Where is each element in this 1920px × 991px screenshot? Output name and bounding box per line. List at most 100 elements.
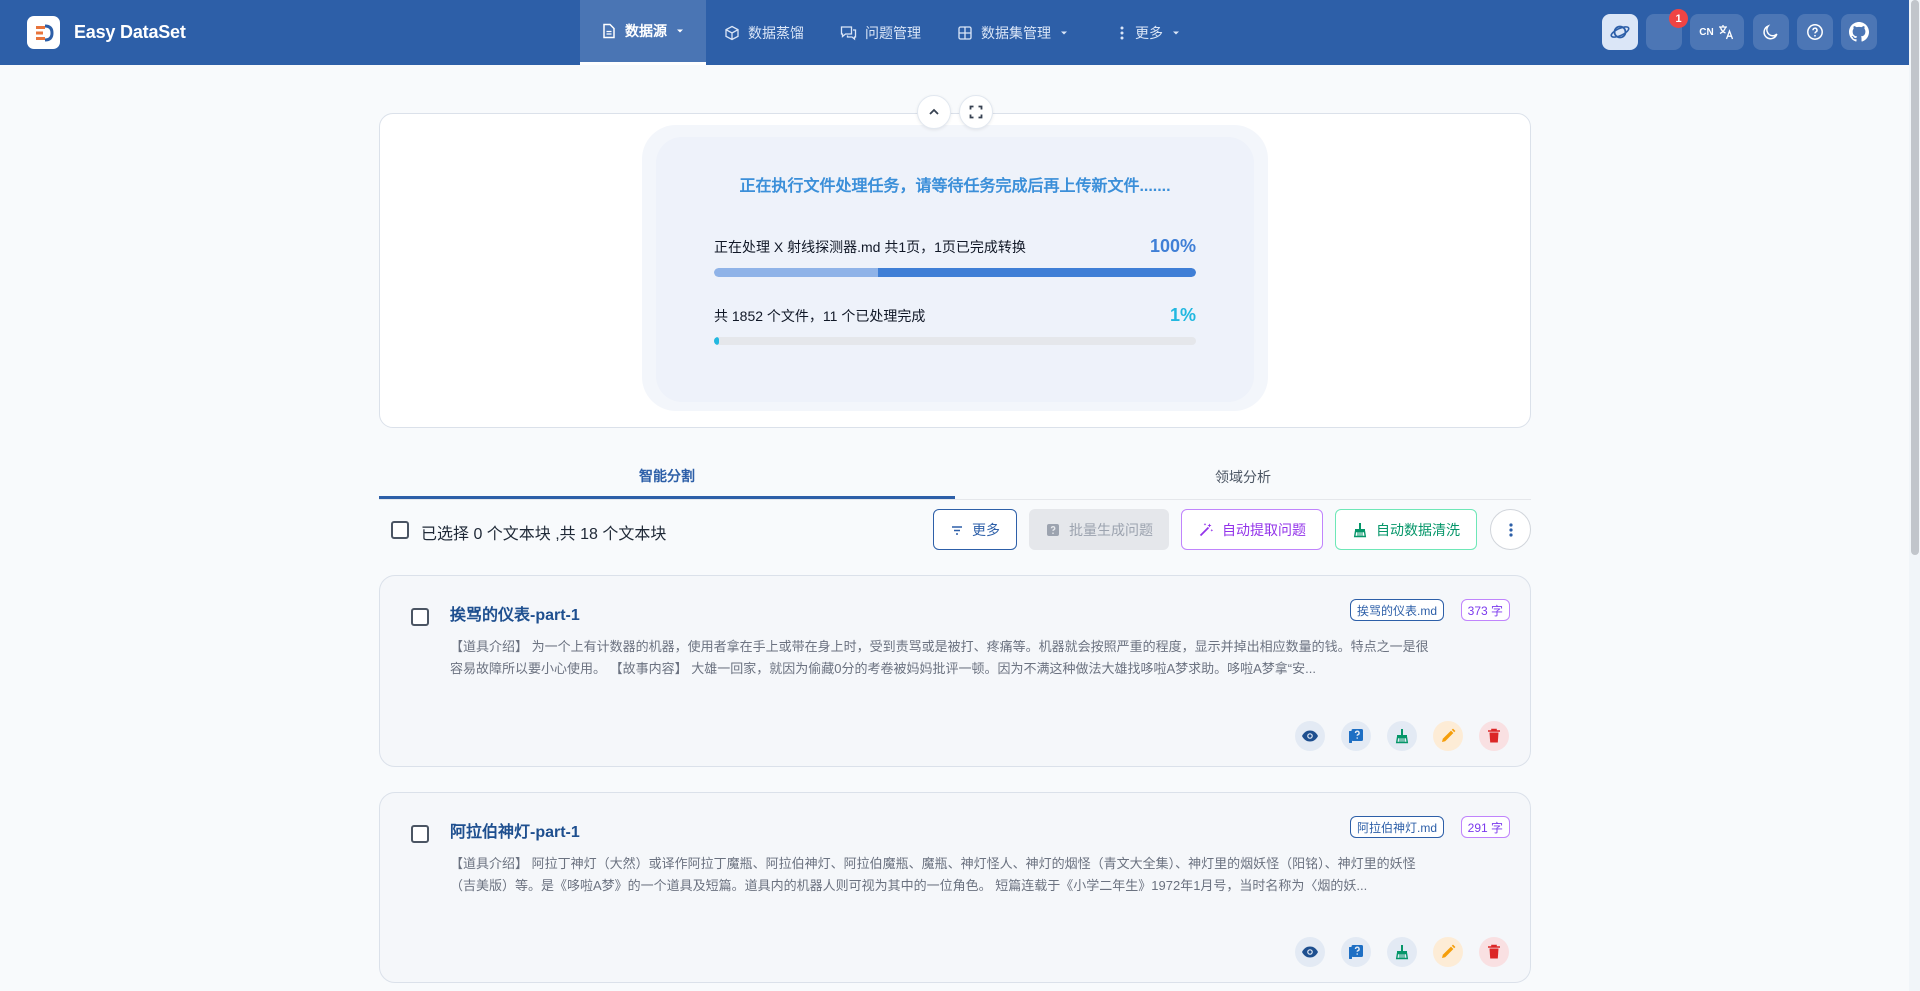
generate-questions-button[interactable] [1341,721,1371,751]
caret-down-icon [677,29,683,33]
chunk-word-count: 373 字 [1460,599,1510,621]
grid-icon [958,25,972,40]
caret-down-icon [1061,31,1067,34]
batch-generate-label: 批量生成问题 [1069,521,1153,538]
tab-domain-analysis[interactable]: 领域分析 [955,455,1531,499]
chunk-card[interactable]: 阿拉伯神灯-part-1 阿拉伯神灯.md 291 字 【道具介绍】 阿拉丁神灯… [379,792,1531,983]
batch-generate-questions-button[interactable]: 批量生成问题 [1029,509,1169,550]
tab-smart-split[interactable]: 智能分割 [379,455,955,499]
select-all-checkbox[interactable] [391,521,409,539]
delete-chunk-button[interactable] [1479,721,1509,751]
app-logo [27,16,60,49]
chunk-checkbox[interactable] [411,608,429,626]
quiz-icon [1349,945,1363,959]
nav-item-more[interactable]: 更多 [1099,0,1199,65]
question-box-icon [1047,523,1059,536]
chunk-preview-line: 【道具介绍】 阿拉丁神灯（大然）或译作阿拉丁魔瓶、阿拉伯神灯、阿拉伯魔瓶、魔瓶、… [450,856,1416,871]
chevron-up-icon [929,108,939,115]
planet-icon [1610,25,1630,39]
toolbar-more-menu-button[interactable] [1490,509,1531,550]
model-select-button[interactable] [1602,14,1638,50]
language-code: CN [1699,26,1714,38]
quiz-icon [1349,729,1363,743]
chunk-preview-line: 【道具介绍】 为一个上有计数器的机器，使用者拿在手上或带在身上时，受到责骂或是被… [450,639,1429,654]
content-tabs: 智能分割 领域分析 [379,455,1531,500]
trash-icon [1488,728,1500,743]
chunk-content-preview: 【道具介绍】 为一个上有计数器的机器，使用者拿在手上或带在身上时，受到责骂或是被… [450,636,1502,680]
processing-title: 正在执行文件处理任务，请等待任务完成后再上传新文件....... [739,178,1171,195]
scrollbar-thumb[interactable] [1911,0,1919,555]
edit-chunk-button[interactable] [1433,721,1463,751]
selection-summary: 已选择 0 个文本块 ,共 18 个文本块 [421,526,667,543]
github-button[interactable] [1841,14,1877,50]
current-file-row: 正在处理 X 射线探测器.md 共1页，1页已完成转换 100% [714,236,1196,257]
chunk-title[interactable]: 挨骂的仪表-part-1 [450,601,580,625]
trash-icon [1488,944,1500,959]
cube-icon [725,25,739,40]
broom-icon [1395,729,1409,744]
delete-chunk-button[interactable] [1479,937,1509,967]
nav-label: 数据集管理 [981,24,1051,41]
nav-label: 更多 [1135,24,1163,41]
chat-icon [840,25,857,40]
theme-toggle-button[interactable] [1753,14,1789,50]
github-icon [1849,22,1869,42]
notification-button[interactable]: 1 [1646,9,1688,50]
current-file-percent: 100% [1149,236,1196,256]
chunk-preview-line: 容易故障所以要小心使用。 【故事内容】 大雄一回家，就因为偷藏0分的考卷被妈妈批… [450,661,1316,676]
chunk-card[interactable]: 挨骂的仪表-part-1 挨骂的仪表.md 373 字 【道具介绍】 为一个上有… [379,575,1531,767]
chunk-checkbox[interactable] [411,825,429,843]
edit-chunk-button[interactable] [1433,937,1463,967]
current-file-label: 正在处理 X 射线探测器.md 共1页，1页已完成转换 [714,239,1026,255]
filter-icon [952,525,962,535]
nav-item-data-distill[interactable]: 数据蒸馏 [706,0,822,65]
nav-label: 数据蒸馏 [748,24,804,41]
auto-extract-label: 自动提取问题 [1222,521,1306,538]
collapse-button[interactable] [917,95,951,129]
current-file-progress-bar [714,268,1196,277]
broom-icon [1353,522,1367,537]
total-files-label: 共 1852 个文件，11 个已处理完成 [714,308,926,324]
top-nav-bar: Easy DataSet 数据源 数据蒸馏 问题管理 数据集管理 更多 1 CN [0,0,1909,65]
brand[interactable]: Easy DataSet [27,16,186,49]
nav-item-data-source[interactable]: 数据源 [580,0,706,65]
translate-icon [1718,25,1733,40]
total-files-row: 共 1852 个文件，11 个已处理完成 1% [714,305,1196,326]
nav-item-dataset-manage[interactable]: 数据集管理 [939,0,1087,65]
help-icon [1807,24,1823,40]
nav-item-question-manage[interactable]: 问题管理 [822,0,939,65]
file-icon [603,23,615,39]
clean-chunk-button[interactable] [1387,937,1417,967]
kebab-icon [1120,26,1124,39]
auto-data-clean-label: 自动数据清洗 [1376,521,1460,538]
generate-questions-button[interactable] [1341,937,1371,967]
chunk-file-chip: 挨骂的仪表.md [1349,599,1444,621]
pencil-icon [1442,728,1456,742]
view-chunk-button[interactable] [1295,937,1325,967]
pencil-icon [1442,944,1456,958]
total-files-progress-bar [714,337,1196,345]
main-nav: 数据源 数据蒸馏 问题管理 数据集管理 更多 [580,0,1199,65]
chunk-content-preview: 【道具介绍】 阿拉丁神灯（大然）或译作阿拉丁魔瓶、阿拉伯神灯、阿拉伯魔瓶、魔瓶、… [450,853,1502,897]
help-button[interactable] [1797,14,1833,50]
view-chunk-button[interactable] [1295,721,1325,751]
auto-extract-questions-button[interactable]: 自动提取问题 [1181,509,1323,550]
more-filter-label: 更多 [972,521,1000,538]
language-switch-button[interactable]: CN [1690,14,1744,50]
chunk-preview-line: （吉美版）等。是《哆啦A梦》的一个道具及短篇。道具内的机器人则可视为其中的一位角… [450,878,1368,893]
fullscreen-button[interactable] [959,95,993,129]
total-files-progress-fill [714,337,719,345]
nav-label: 数据源 [625,23,667,39]
nav-label: 问题管理 [865,24,921,41]
chunk-file-chip: 阿拉伯神灯.md [1349,816,1444,838]
more-filter-button[interactable]: 更多 [933,509,1017,550]
app-name: Easy DataSet [74,22,186,42]
kebab-icon [1508,522,1513,537]
total-files-percent: 1% [1169,305,1196,325]
broom-icon [1395,945,1409,960]
moon-icon [1763,24,1778,40]
auto-data-clean-button[interactable]: 自动数据清洗 [1335,509,1477,550]
chunk-title[interactable]: 阿拉伯神灯-part-1 [450,818,580,842]
clean-chunk-button[interactable] [1387,721,1417,751]
eye-icon [1302,730,1318,742]
